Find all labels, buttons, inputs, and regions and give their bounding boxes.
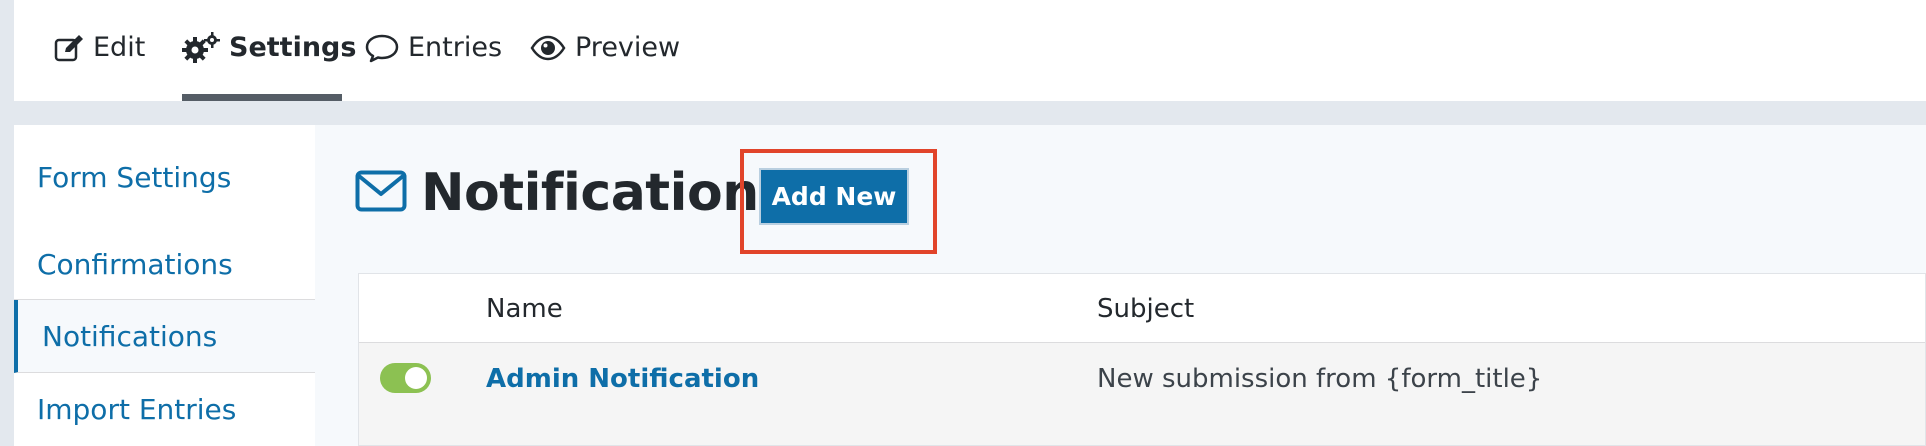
column-header-subject[interactable]: Subject [1097,274,1194,343]
sidebar-item-import-entries[interactable]: Import Entries [14,373,315,446]
sidebar-item-confirmations[interactable]: Confirmations [14,230,315,300]
sidebar-item-notifications[interactable]: Notifications [14,300,315,373]
tab-preview-label: Preview [575,32,681,63]
settings-sidebar: Form Settings Confirmations Notification… [14,125,315,446]
sidebar-item-label: Import Entries [37,393,237,426]
comment-icon [365,33,399,63]
sidebar-item-label: Form Settings [37,161,232,194]
eye-icon [530,35,566,61]
table-row: Admin Notification New submission from {… [359,343,1925,415]
tab-entries[interactable]: Entries [365,0,502,101]
tab-edit[interactable]: Edit [54,0,145,101]
add-new-button[interactable]: Add New [759,168,909,225]
notifications-table: Name Subject Admin Notification New subm… [358,273,1926,446]
gears-icon [182,31,220,64]
active-tab-indicator [182,94,342,101]
sidebar-item-label: Confirmations [37,248,233,281]
form-toolbar: Edit Settings Entries Preview [14,0,1926,101]
notification-name-link[interactable]: Admin Notification [486,343,759,415]
sidebar-item-label: Notifications [42,319,218,353]
tab-entries-label: Entries [408,32,503,63]
column-header-name[interactable]: Name [486,274,563,343]
tab-edit-label: Edit [93,32,146,63]
notification-active-toggle[interactable] [380,363,431,393]
page-heading: Notifications [355,163,790,223]
tab-settings-label: Settings [229,32,357,63]
toggle-knob [405,367,427,389]
tab-settings[interactable]: Settings [182,0,356,101]
page-title: Notifications [421,163,790,223]
tab-preview[interactable]: Preview [530,0,680,101]
table-header: Name Subject [359,274,1925,343]
notification-subject: New submission from {form_title} [1097,364,1543,394]
main-panel: Notifications Add New Name Subject Admin… [315,125,1926,446]
edit-icon [54,34,84,62]
envelope-icon [355,170,407,216]
sidebar-item-form-settings[interactable]: Form Settings [14,125,315,230]
